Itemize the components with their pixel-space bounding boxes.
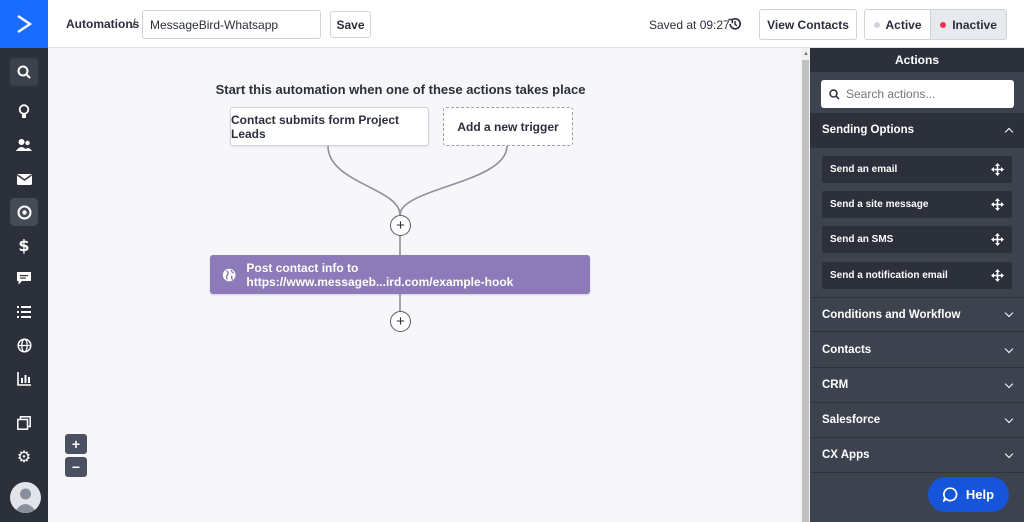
webhook-action-card[interactable]: Post contact info to https://www.message… bbox=[210, 255, 590, 294]
status-inactive-option[interactable]: Inactive bbox=[930, 10, 1006, 39]
section-conditions-label: Conditions and Workflow bbox=[822, 308, 961, 321]
action-send-notification-email[interactable]: Send a notification email bbox=[822, 262, 1012, 289]
nav-search[interactable] bbox=[10, 58, 38, 86]
automation-name-input[interactable] bbox=[142, 10, 321, 39]
saved-status: Saved at 09:27 bbox=[649, 18, 730, 32]
status-active-label: Active bbox=[885, 17, 922, 32]
section-crm-label: CRM bbox=[822, 379, 849, 391]
add-trigger-button[interactable]: Add a new trigger bbox=[443, 107, 573, 146]
search-icon bbox=[829, 88, 840, 100]
action-send-sms-label: Send an SMS bbox=[830, 234, 894, 245]
chevron-down-icon bbox=[1004, 379, 1014, 388]
email-icon bbox=[16, 173, 32, 185]
action-send-email-label: Send an email bbox=[830, 164, 898, 175]
contacts-icon bbox=[16, 139, 32, 151]
settings-icon: ⚙ bbox=[16, 446, 32, 466]
help-button[interactable]: Help bbox=[928, 477, 1009, 512]
status-inactive-label: Inactive bbox=[952, 17, 997, 32]
action-send-notification-email-label: Send a notification email bbox=[830, 270, 948, 281]
actions-search-input[interactable] bbox=[846, 87, 1006, 101]
search-icon bbox=[17, 65, 31, 79]
lightbulb-icon bbox=[18, 103, 30, 118]
automations-icon bbox=[17, 205, 31, 219]
nav-settings[interactable]: ⚙ bbox=[10, 442, 38, 470]
action-send-sms[interactable]: Send an SMS bbox=[822, 226, 1012, 253]
status-active-option[interactable]: Active bbox=[865, 10, 930, 39]
top-bar: Automations / Save Saved at 09:27 View C… bbox=[48, 0, 1024, 48]
action-send-site-message[interactable]: Send a site message bbox=[822, 191, 1012, 218]
section-contacts-label: Contacts bbox=[822, 344, 872, 356]
webhook-action-label: Post contact info to https://www.message… bbox=[246, 260, 514, 289]
action-send-site-message-label: Send a site message bbox=[830, 199, 929, 210]
section-conditions-workflow[interactable]: Conditions and Workflow bbox=[810, 297, 1024, 332]
nav-lists[interactable] bbox=[10, 298, 38, 326]
drag-move-icon[interactable] bbox=[991, 163, 1004, 176]
section-contacts[interactable]: Contacts bbox=[810, 333, 1024, 368]
website-icon bbox=[16, 337, 32, 353]
section-cx-apps-label: CX Apps bbox=[822, 449, 870, 461]
webhook-globe-icon bbox=[222, 268, 236, 281]
status-toggle: Active Inactive bbox=[864, 9, 1007, 40]
nav-conversations[interactable] bbox=[10, 264, 38, 292]
nav-website[interactable] bbox=[10, 331, 38, 359]
actions-search[interactable] bbox=[821, 80, 1014, 108]
zoom-in-button[interactable]: + bbox=[65, 434, 87, 454]
drag-move-icon[interactable] bbox=[991, 233, 1004, 246]
nav-campaigns[interactable] bbox=[10, 165, 38, 193]
trigger-form-submission[interactable]: Contact submits form Project Leads bbox=[230, 107, 429, 146]
scroll-up-arrow-icon[interactable]: ▲ bbox=[803, 51, 809, 57]
deals-icon: $ bbox=[18, 235, 30, 255]
user-avatar-icon bbox=[14, 488, 37, 513]
actions-panel-title: Actions bbox=[810, 48, 1024, 72]
nav-deals[interactable]: $ bbox=[10, 231, 38, 259]
drag-move-icon[interactable] bbox=[991, 269, 1004, 282]
apps-icon bbox=[17, 416, 31, 430]
reports-icon bbox=[17, 372, 31, 386]
logo-chevron-icon bbox=[17, 14, 32, 34]
nav-automations[interactable] bbox=[10, 198, 38, 226]
canvas-scrollbar[interactable]: ▲ bbox=[801, 48, 810, 522]
section-cx-apps[interactable]: CX Apps bbox=[810, 438, 1024, 473]
nav-ideas[interactable] bbox=[10, 97, 38, 125]
user-avatar[interactable] bbox=[10, 482, 41, 513]
active-dot-icon bbox=[873, 21, 880, 28]
nav-reports[interactable] bbox=[10, 365, 38, 393]
nav-contacts[interactable] bbox=[10, 131, 38, 159]
help-label: Help bbox=[965, 487, 995, 502]
history-icon[interactable] bbox=[728, 17, 742, 34]
section-sending-options[interactable]: Sending Options bbox=[810, 113, 1024, 148]
view-contacts-button[interactable]: View Contacts bbox=[759, 9, 857, 40]
section-salesforce[interactable]: Salesforce bbox=[810, 403, 1024, 438]
action-send-email[interactable]: Send an email bbox=[822, 156, 1012, 183]
zoom-out-button[interactable]: − bbox=[65, 457, 87, 477]
chevron-down-icon bbox=[1004, 414, 1014, 423]
conversations-icon bbox=[17, 271, 31, 284]
logo[interactable] bbox=[0, 0, 48, 48]
save-button[interactable]: Save bbox=[330, 11, 371, 38]
inactive-dot-icon bbox=[940, 21, 947, 28]
breadcrumb-automations[interactable]: Automations bbox=[66, 17, 139, 31]
breadcrumb-separator: / bbox=[132, 16, 136, 31]
section-sending-options-label: Sending Options bbox=[822, 124, 914, 136]
nav-apps[interactable] bbox=[10, 409, 38, 437]
lists-icon bbox=[17, 306, 31, 318]
add-step-button[interactable]: + bbox=[390, 215, 411, 236]
workflow-canvas[interactable]: Start this automation when one of these … bbox=[48, 48, 801, 522]
chevron-up-icon bbox=[1004, 127, 1014, 136]
scrollbar-thumb[interactable] bbox=[802, 60, 809, 522]
drag-move-icon[interactable] bbox=[991, 198, 1004, 211]
chat-bubble-icon bbox=[942, 487, 958, 502]
flow-connectors bbox=[327, 145, 508, 311]
left-navigation: $ ⚙ bbox=[0, 0, 48, 522]
section-crm[interactable]: CRM bbox=[810, 368, 1024, 403]
add-step-button-end[interactable]: + bbox=[390, 311, 411, 332]
chevron-down-icon bbox=[1004, 344, 1014, 353]
chevron-down-icon bbox=[1004, 308, 1014, 318]
chevron-down-icon bbox=[1004, 449, 1014, 458]
section-salesforce-label: Salesforce bbox=[822, 414, 881, 426]
actions-panel: Actions Sending Options Send an email Se… bbox=[810, 48, 1024, 522]
